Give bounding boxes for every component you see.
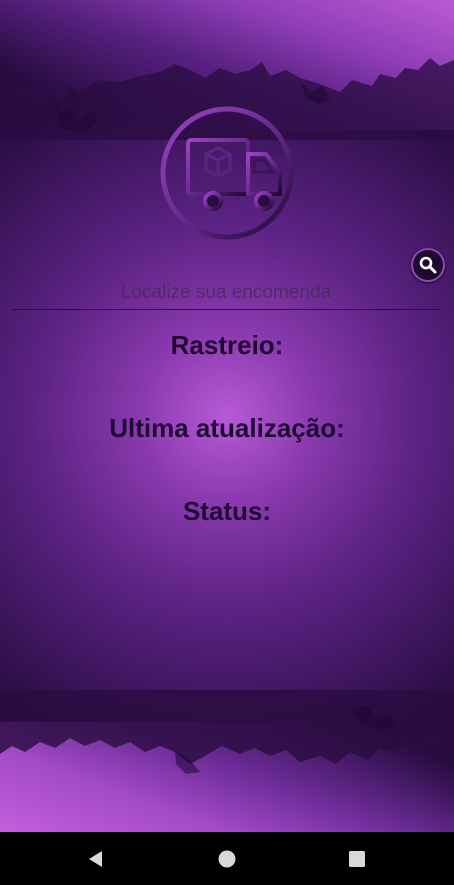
delivery-truck-icon <box>160 106 294 240</box>
home-circle-icon[interactable] <box>217 849 237 869</box>
rastreio-label: Rastreio: <box>170 330 284 360</box>
recents-square-icon[interactable] <box>347 849 367 869</box>
bottom-splash-decoration <box>0 690 454 774</box>
search-icon <box>419 256 437 274</box>
system-navigation-bar <box>0 832 454 885</box>
status-label: Status: <box>182 496 272 526</box>
tracking-code-input[interactable] <box>12 277 440 310</box>
ultima-atualizacao-label: Ultima atualização: <box>109 413 345 443</box>
back-triangle-icon[interactable] <box>86 849 106 869</box>
app-screen: Rastreio: Ultima atualização: Status: <box>0 0 454 832</box>
